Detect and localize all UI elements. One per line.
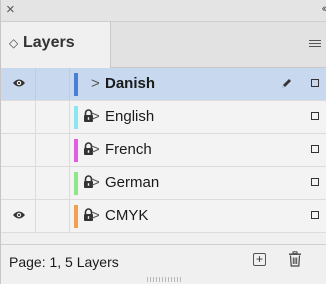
expand-chevron-icon[interactable]: > [91, 141, 100, 158]
tab-layers[interactable]: ◇ Layers [1, 22, 111, 68]
eye-icon [13, 79, 25, 87]
collapse-icon[interactable]: ‹‹ [322, 3, 326, 15]
pen-icon [282, 79, 291, 88]
layer-color-swatch [74, 139, 78, 162]
visibility-toggle[interactable] [1, 167, 36, 199]
panel-menu-icon[interactable] [309, 40, 321, 50]
lock-toggle[interactable] [36, 167, 93, 199]
visibility-toggle[interactable] [1, 68, 36, 100]
new-layer-icon[interactable]: + [253, 253, 266, 266]
layer-name: English [105, 108, 155, 125]
layer-row-cmyk[interactable]: > CMYK [1, 200, 326, 233]
lock-toggle[interactable] [36, 134, 93, 166]
layer-count-status: Page: 1, 5 Layers [9, 254, 119, 270]
layer-name: Danish [105, 75, 156, 92]
target-square-icon[interactable] [311, 211, 319, 219]
layer-row-french[interactable]: > French [1, 134, 326, 167]
close-icon[interactable]: × [6, 2, 15, 18]
visibility-toggle[interactable] [1, 101, 36, 133]
layer-name: German [105, 174, 160, 191]
tab-layers-label: Layers [23, 34, 75, 51]
layer-name: French [105, 141, 152, 158]
layers-panel: × ‹‹ ◇ Layers > Danish > English > Frenc… [0, 0, 326, 284]
eye-icon [13, 211, 25, 219]
layer-color-swatch [74, 172, 78, 195]
expand-chevron-icon[interactable]: > [91, 174, 100, 191]
layer-name: CMYK [105, 207, 149, 224]
target-square-icon[interactable] [311, 112, 319, 120]
panel-title-bar: × ‹‹ [1, 0, 326, 22]
expand-chevron-icon[interactable]: > [91, 207, 100, 224]
layer-row-danish[interactable]: > Danish [1, 68, 326, 101]
target-square-icon[interactable] [311, 145, 319, 153]
tab-bar: ◇ Layers [1, 22, 326, 68]
lock-toggle[interactable] [36, 68, 70, 100]
layer-color-swatch [74, 205, 78, 228]
sort-arrows-icon: ◇ [9, 36, 19, 50]
expand-chevron-icon[interactable]: > [91, 75, 100, 92]
layer-row-german[interactable]: > German [1, 167, 326, 200]
visibility-toggle[interactable] [1, 200, 36, 232]
target-square-icon[interactable] [311, 178, 319, 186]
lock-toggle[interactable] [36, 101, 93, 133]
lock-toggle[interactable] [36, 200, 93, 232]
panel-footer: Page: 1, 5 Layers + [1, 244, 326, 276]
layer-row-english[interactable]: > English [1, 101, 326, 134]
layer-color-swatch [74, 106, 78, 129]
resize-grip[interactable] [147, 277, 181, 282]
expand-chevron-icon[interactable]: > [91, 108, 100, 125]
target-square-icon[interactable] [311, 79, 319, 87]
trash-icon[interactable] [288, 251, 302, 267]
visibility-toggle[interactable] [1, 134, 36, 166]
layer-color-swatch [74, 73, 78, 96]
layer-list: > Danish > English > French > German > C… [1, 68, 326, 233]
